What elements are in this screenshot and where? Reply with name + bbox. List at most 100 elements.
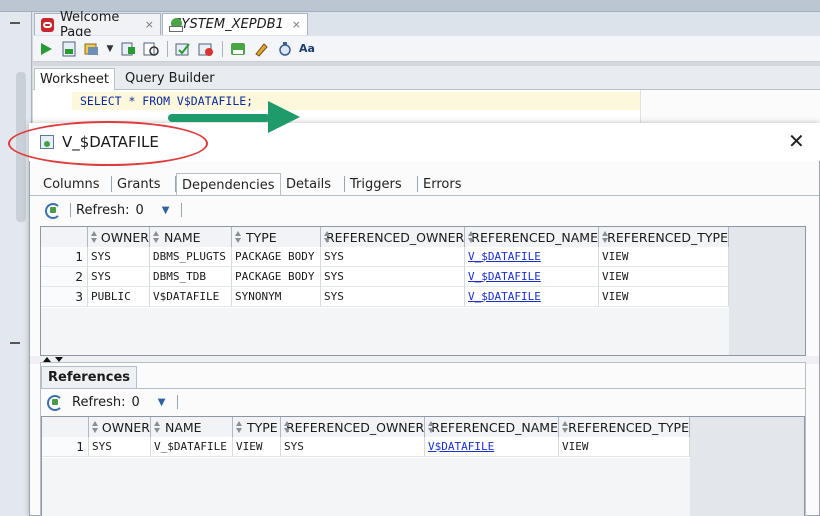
toolbar-separator [222,40,223,57]
cell-referenced-type[interactable]: VIEW [599,287,729,307]
references-refresh-bar: Refresh: 0 ▼ [46,390,179,414]
row-number: 1 [42,437,89,457]
minimize-panel-icon[interactable] [10,22,20,24]
sort-icon [561,421,569,433]
grid-empty-rows [41,308,729,355]
sql-history-icon[interactable] [229,40,247,58]
annotation-arrow-shaft [168,114,270,122]
cell-referenced-owner[interactable]: SYS [321,287,465,307]
tab-references[interactable]: References [41,366,138,388]
find-icon[interactable] [275,40,293,58]
oracle-logo-icon [41,17,54,32]
sql-tuning-icon[interactable] [142,40,160,58]
cell-referenced-type[interactable]: VIEW [559,437,690,457]
chevron-down-icon[interactable]: ▼ [162,205,170,216]
tab-baseline [30,195,819,196]
cell-owner[interactable]: SYS [89,437,151,457]
commit-icon[interactable] [174,40,192,58]
explain-plan-icon[interactable] [119,40,137,58]
close-tab-icon[interactable]: × [145,18,154,31]
table-row[interactable]: 2 SYS DBMS_TDB PACKAGE BODY SYS V_$DATAF… [41,267,729,287]
tab-grants[interactable]: Grants [112,173,166,195]
referenced-name-link[interactable]: V_$DATAFILE [468,270,541,283]
table-row[interactable]: 1 SYS V_$DATAFILE VIEW SYS V$DATAFILE VI… [42,437,690,457]
cell-type[interactable]: SYNONYM [232,287,321,307]
sort-icon [235,421,244,433]
worksheet-toolbar: ▼ Aa [33,36,820,62]
refresh-label: Refresh: [72,394,126,410]
refresh-icon[interactable] [46,394,64,411]
cell-referenced-type[interactable]: VIEW [599,267,729,287]
cell-referenced-owner[interactable]: SYS [321,267,465,287]
close-tab-icon[interactable]: × [292,18,301,31]
toolbar-separator [167,40,168,57]
column-header-type[interactable]: TYPE [233,417,281,437]
annotation-arrow-head [268,101,300,133]
referenced-name-link[interactable]: V_$DATAFILE [468,250,541,263]
dependencies-grid: OWNER NAME TYPE REFERENCED_OWNER REFEREN… [40,226,806,356]
tab-query-builder[interactable]: Query Builder [120,68,220,90]
table-row[interactable]: 3 PUBLIC V$DATAFILE SYNONYM SYS V_$DATAF… [41,287,729,307]
referenced-name-link[interactable]: V$DATAFILE [428,440,494,453]
sort-icon [91,421,99,433]
column-header-referenced-name[interactable]: REFERENCED_NAME [425,417,559,437]
sort-icon [234,231,243,243]
clear-icon[interactable] [252,40,270,58]
rollback-icon[interactable] [197,40,215,58]
tab-worksheet[interactable]: Worksheet [34,68,116,90]
grid-header: OWNER NAME TYPE REFERENCED_OWNER REFEREN… [42,417,690,437]
cell-name[interactable]: V$DATAFILE [150,287,232,307]
run-statement-icon[interactable] [37,40,55,58]
close-icon[interactable]: ✕ [788,130,805,152]
cell-referenced-owner[interactable]: SYS [281,437,425,457]
autotrace-icon[interactable] [83,40,101,58]
cell-name[interactable]: DBMS_PLUGTS [150,247,232,267]
toolbar-separator [177,395,179,409]
tab-system-xepdb1[interactable]: SYSTEM_XEPDB1 × [162,13,308,35]
cell-owner[interactable]: SYS [88,247,150,267]
tab-columns[interactable]: Columns [38,173,105,195]
cell-type[interactable]: VIEW [233,437,281,457]
format-icon[interactable]: Aa [298,40,316,58]
row-number-header [42,417,89,437]
refresh-interval-value[interactable]: 0 [131,395,139,410]
column-header-referenced-owner[interactable]: REFERENCED_OWNER [321,227,465,247]
column-header-referenced-type[interactable]: REFERENCED_TYPE [599,227,729,247]
column-header-referenced-name[interactable]: REFERENCED_NAME [465,227,599,247]
sort-icon [427,421,437,433]
cell-type[interactable]: PACKAGE BODY [232,247,321,267]
chevron-down-icon[interactable]: ▼ [158,397,166,408]
tab-details[interactable]: Details [281,173,336,195]
column-header-type[interactable]: TYPE [232,227,321,247]
dropdown-icon[interactable]: ▼ [106,40,114,58]
column-header-name[interactable]: NAME [151,417,233,437]
references-tab-baseline [41,388,805,389]
cell-referenced-type[interactable]: VIEW [599,247,729,267]
tab-triggers[interactable]: Triggers [345,173,407,195]
cell-type[interactable]: PACKAGE BODY [232,267,321,287]
column-header-name[interactable]: NAME [150,227,232,247]
sql-statement[interactable]: SELECT * FROM V$DATAFILE; [80,94,253,108]
cell-name[interactable]: DBMS_TDB [150,267,232,287]
column-header-referenced-type[interactable]: REFERENCED_TYPE [559,417,690,437]
column-header-owner[interactable]: OWNER [89,417,151,437]
toolbar-separator [70,203,71,217]
cell-owner[interactable]: PUBLIC [88,287,150,307]
tab-welcome-page[interactable]: Welcome Page × [34,10,161,40]
cell-name[interactable]: V_$DATAFILE [151,437,233,457]
minimize-panel-icon-2[interactable] [10,342,20,344]
tab-dependencies[interactable]: Dependencies [176,173,281,195]
table-row[interactable]: 1 SYS DBMS_PLUGTS PACKAGE BODY SYS V_$DA… [41,247,729,267]
annotation-circle [8,121,208,166]
refresh-interval-value[interactable]: 0 [135,203,143,218]
refresh-icon[interactable] [44,202,62,219]
sort-icon [152,231,161,243]
cell-owner[interactable]: SYS [88,267,150,287]
run-script-icon[interactable] [60,40,78,58]
column-header-referenced-owner[interactable]: REFERENCED_OWNER [281,417,425,437]
column-header-owner[interactable]: OWNER [88,227,150,247]
cell-referenced-owner[interactable]: SYS [321,247,465,267]
referenced-name-link[interactable]: V_$DATAFILE [468,290,541,303]
tab-errors[interactable]: Errors [418,173,466,195]
sort-icon [601,231,609,243]
